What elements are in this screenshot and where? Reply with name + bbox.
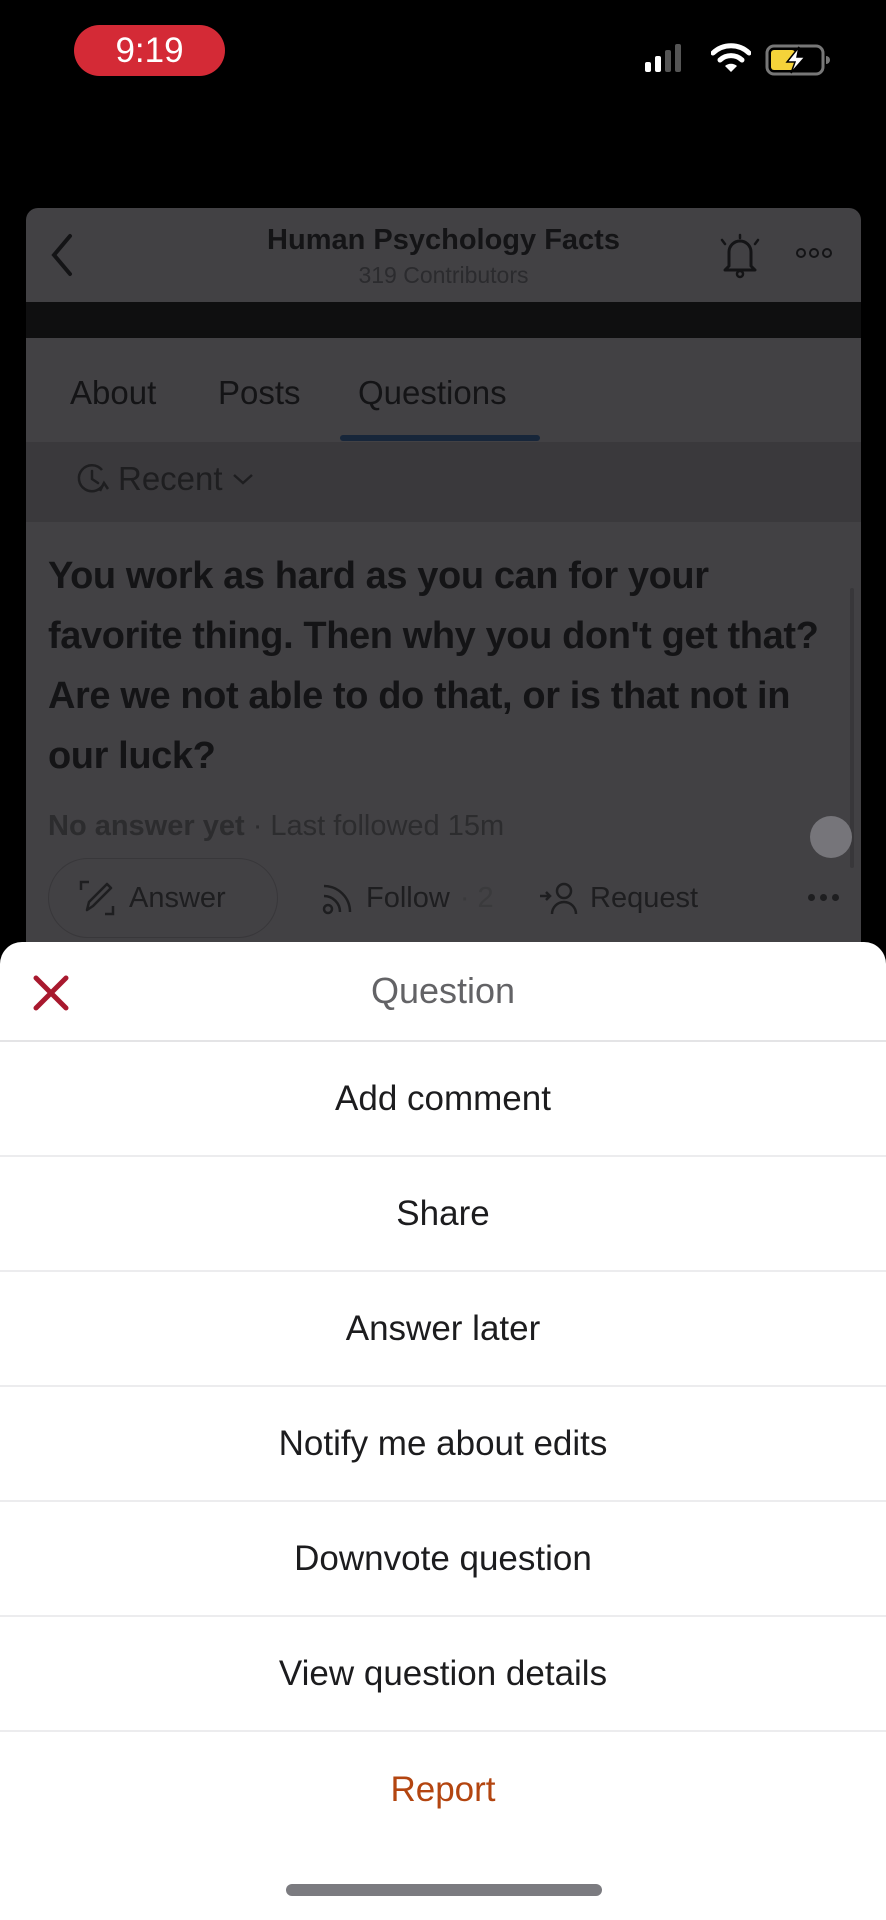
answer-label: Answer — [129, 881, 226, 914]
cellular-signal-icon — [645, 44, 681, 72]
filter-bar: Recent — [26, 442, 861, 522]
tab-questions[interactable]: Questions — [358, 374, 507, 412]
options-menu: Add comment Share Answer later Notify me… — [0, 1042, 886, 1847]
top-nav-bar: Human Psychology Facts 319 Contributors — [26, 208, 861, 302]
question-title[interactable]: You work as hard as you can for your fav… — [48, 546, 848, 786]
question-actions: Answer Follow · 2 Request — [48, 858, 848, 938]
cover-strip — [26, 302, 861, 338]
follow-button[interactable]: Follow · 2 — [320, 858, 494, 938]
home-indicator[interactable] — [286, 1884, 602, 1896]
bell-icon[interactable] — [719, 230, 761, 280]
sheet-header: Question — [0, 942, 886, 1042]
follow-label: Follow — [366, 881, 450, 914]
sort-filter-dropdown[interactable]: Recent — [74, 460, 255, 498]
recent-clock-icon — [77, 463, 110, 493]
follow-count: · 2 — [459, 881, 494, 914]
answer-button[interactable]: Answer — [48, 858, 278, 938]
request-button[interactable]: Request — [538, 858, 698, 938]
sheet-title: Question — [370, 970, 516, 1011]
active-tab-indicator — [340, 435, 540, 441]
chevron-down-icon — [232, 474, 253, 485]
tab-about[interactable]: About — [70, 374, 156, 412]
space-page: Human Psychology Facts 319 Contributors … — [26, 208, 861, 968]
battery-charging-icon — [765, 44, 830, 76]
menu-item-downvote[interactable]: Downvote question — [0, 1502, 886, 1617]
menu-item-view-details[interactable]: View question details — [0, 1617, 886, 1732]
last-followed: · Last followed 15m — [244, 810, 505, 842]
menu-item-add-comment[interactable]: Add comment — [0, 1042, 886, 1157]
answer-status: No answer yet — [48, 810, 245, 842]
status-time: 9:19 — [74, 25, 225, 76]
question-options-sheet: Question Add comment Share Answer later … — [0, 942, 886, 1920]
tab-posts[interactable]: Posts — [218, 374, 301, 412]
request-label: Request — [590, 881, 699, 914]
menu-item-report[interactable]: Report — [0, 1732, 886, 1847]
more-options-icon[interactable] — [796, 248, 832, 258]
menu-item-share[interactable]: Share — [0, 1157, 886, 1272]
wifi-icon — [711, 43, 751, 72]
question-meta: No answer yet · Last followed 15m — [48, 810, 504, 843]
status-bar: 9:19 — [0, 0, 886, 110]
menu-item-notify-edits[interactable]: Notify me about edits — [0, 1387, 886, 1502]
sort-filter-label: Recent — [118, 460, 223, 497]
space-tabs: About Posts Questions — [26, 338, 861, 432]
request-user-icon — [540, 882, 578, 915]
scroll-thumb[interactable] — [810, 816, 852, 858]
pencil-icon — [79, 880, 115, 916]
scrollbar-track[interactable] — [850, 588, 854, 868]
menu-item-answer-later[interactable]: Answer later — [0, 1272, 886, 1387]
question-more-icon[interactable] — [808, 894, 839, 901]
follow-rss-icon — [322, 884, 352, 915]
